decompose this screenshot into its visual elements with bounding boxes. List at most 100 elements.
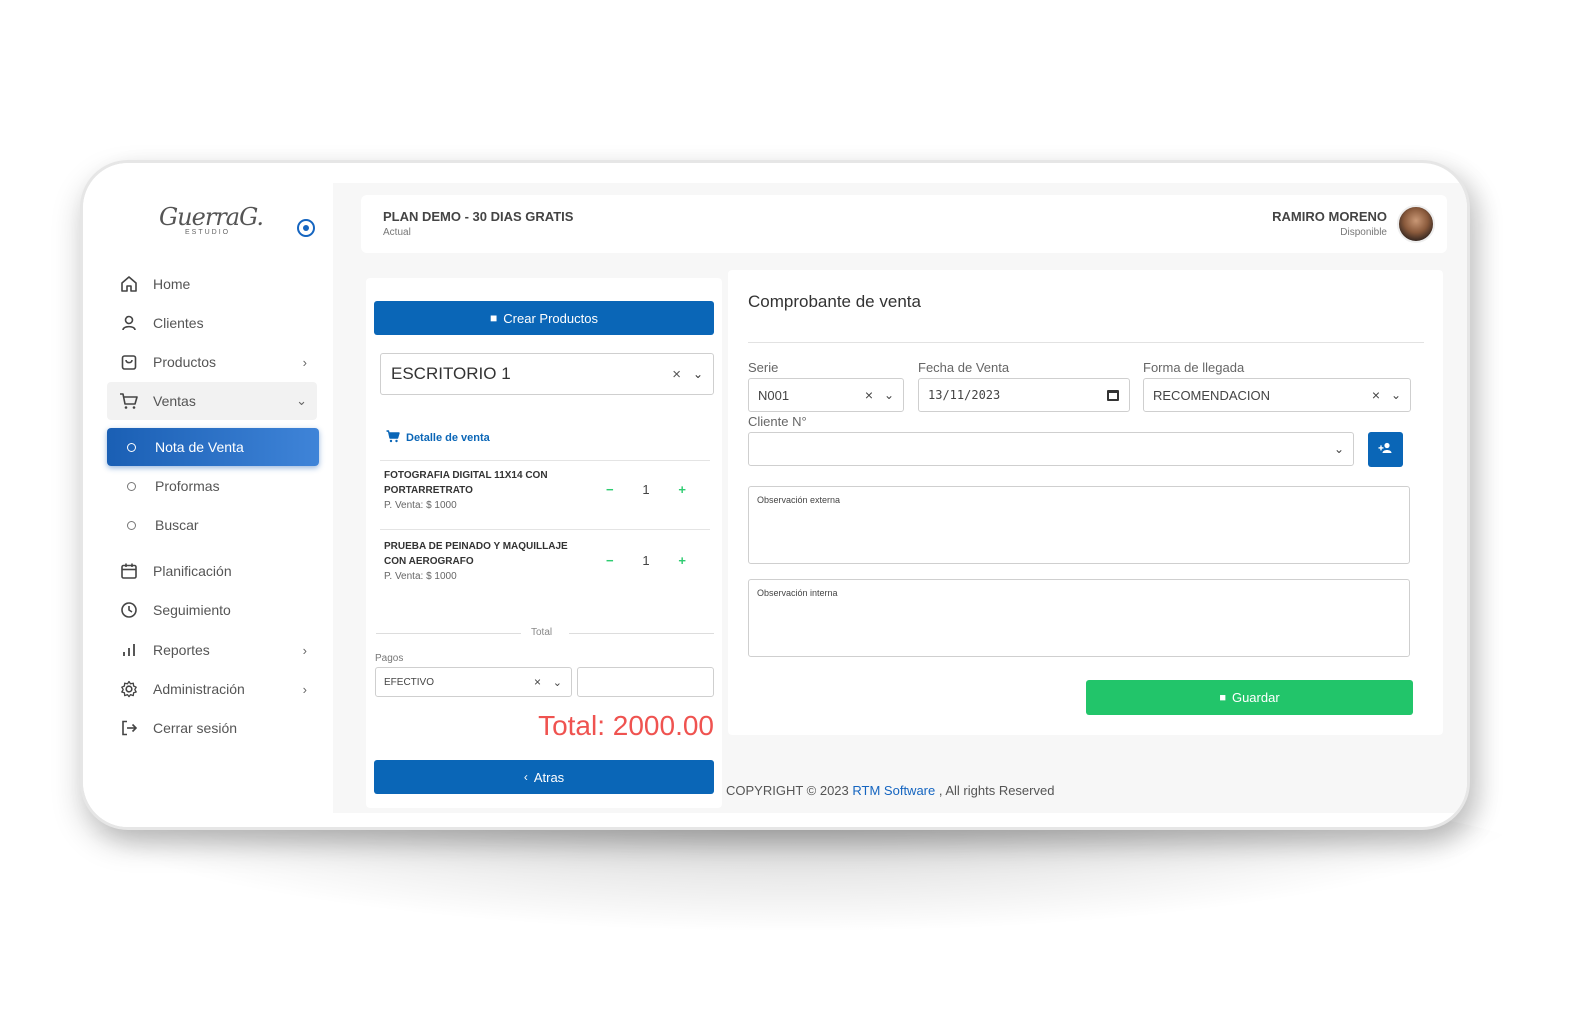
clear-icon[interactable]: × (534, 675, 541, 689)
sidebar-item-clientes[interactable]: Clientes (107, 304, 317, 342)
sidebar-item-label: Clientes (153, 315, 204, 331)
minus-icon[interactable]: − (606, 482, 614, 497)
app-window: GuerraG. ESTUDIO Home Clientes Productos… (80, 160, 1470, 830)
add-user-icon (1378, 442, 1394, 457)
chevron-right-icon: › (302, 642, 307, 658)
clear-icon[interactable]: × (865, 387, 873, 403)
internal-observation-textarea[interactable]: Observación interna (748, 579, 1410, 657)
payment-method-value: EFECTIVO (384, 676, 435, 688)
sidebar-item-label: Seguimiento (153, 602, 231, 618)
quantity-value: 1 (642, 553, 650, 568)
sidebar-subitem-label: Buscar (155, 517, 199, 533)
sidebar-item-label: Administración (153, 681, 245, 697)
chevron-left-icon: ‹ (523, 770, 528, 784)
sidebar-subitem-buscar[interactable]: Buscar (107, 506, 319, 544)
sidebar-item-seguimiento[interactable]: Seguimiento (107, 591, 317, 629)
detail-heading-label: Detalle de venta (406, 432, 490, 444)
fecha-label: Fecha de Venta (918, 360, 1010, 375)
sidebar-item-planificacion[interactable]: Planificación (107, 552, 317, 590)
product-price: P. Venta: $ 1000 (384, 571, 457, 582)
payments-label: Pagos (375, 653, 404, 664)
sidebar-item-label: Reportes (153, 642, 210, 658)
floppy-disk-icon: ■ (1219, 691, 1226, 704)
cart-icon (386, 430, 400, 446)
arrival-method-value: RECOMENDACION (1153, 387, 1271, 403)
divider (748, 342, 1424, 343)
create-products-button[interactable]: ■ Crear Productos (374, 301, 714, 335)
user-status: Disponible (1340, 227, 1387, 238)
sidebar-item-administracion[interactable]: Administración › (107, 670, 317, 708)
internal-observation-label: Observación interna (757, 588, 838, 598)
logo-subtitle: ESTUDIO (185, 229, 231, 236)
serie-value: N001 (758, 387, 790, 403)
circle-icon (127, 481, 136, 491)
list-item: FOTOGRAFIA DIGITAL 11X14 CON PORTARRETRA… (384, 468, 704, 513)
camera-icon: ■ (490, 311, 498, 325)
total-amount: Total: 2000.00 (538, 710, 714, 741)
sidebar-subitem-nota-de-venta[interactable]: Nota de Venta (107, 428, 319, 466)
chevron-down-icon[interactable]: ⌄ (693, 367, 703, 381)
client-select[interactable]: ⌄ (748, 432, 1354, 466)
user-name[interactable]: RAMIRO MORENO (1272, 209, 1387, 224)
quantity-stepper: − 1 + (606, 482, 686, 497)
payment-method-select[interactable]: EFECTIVO × ⌄ (375, 667, 572, 697)
sidebar-item-ventas[interactable]: Ventas ⌄ (107, 382, 317, 420)
sidebar-item-home[interactable]: Home (107, 265, 317, 303)
sidebar-item-reportes[interactable]: Reportes › (107, 631, 317, 669)
plus-icon[interactable]: + (678, 553, 686, 568)
chevron-down-icon[interactable]: ⌄ (553, 676, 562, 689)
plus-icon[interactable]: + (678, 482, 686, 497)
sidebar-toggle-icon[interactable] (297, 219, 315, 237)
bar-chart-icon (119, 640, 139, 660)
divider (380, 460, 710, 461)
payment-amount-input[interactable] (577, 667, 714, 697)
chevron-down-icon[interactable]: ⌄ (1391, 388, 1401, 402)
logo-text: GuerraG. (159, 203, 264, 231)
external-observation-textarea[interactable]: Observación externa (748, 486, 1410, 564)
clear-icon[interactable]: × (1372, 387, 1380, 403)
sale-detail-panel: ■ Crear Productos ESCRITORIO 1 × ⌄ Detal… (366, 278, 722, 808)
serie-label: Serie (748, 360, 779, 375)
panel-title: Comprobante de venta (748, 292, 921, 311)
sidebar-item-productos[interactable]: Productos › (107, 343, 317, 381)
cliente-label: Cliente N° (748, 414, 807, 429)
calendar-icon[interactable] (1107, 389, 1119, 401)
chevron-right-icon: › (302, 681, 307, 697)
minus-icon[interactable]: − (606, 553, 614, 568)
calendar-icon (119, 561, 139, 581)
product-name: FOTOGRAFIA DIGITAL 11X14 CON PORTARRETRA… (384, 470, 548, 496)
clear-icon[interactable]: × (672, 366, 681, 383)
footer-suffix: , All rights Reserved (935, 783, 1055, 798)
divider (376, 633, 521, 634)
avatar[interactable] (1397, 205, 1435, 243)
brand-logo[interactable]: GuerraG. ESTUDIO (159, 203, 264, 239)
serie-select[interactable]: N001 × ⌄ (748, 378, 904, 412)
sidebar-item-label: Cerrar sesión (153, 720, 238, 736)
product-name: PRUEBA DE PEINADO Y MAQUILLAJE CON AEROG… (384, 541, 568, 567)
back-button[interactable]: ‹ Atras (374, 760, 714, 794)
save-button[interactable]: ■ Guardar (1086, 680, 1413, 715)
date-input[interactable]: 13/11/2023 (918, 378, 1130, 412)
sidebar-subitem-label: Nota de Venta (155, 439, 244, 455)
user-icon (119, 313, 139, 333)
sidebar: GuerraG. ESTUDIO Home Clientes Productos… (83, 163, 333, 827)
date-value: 13/11/2023 (928, 388, 1001, 402)
list-item: PRUEBA DE PEINADO Y MAQUILLAJE CON AEROG… (384, 539, 704, 584)
external-observation-label: Observación externa (757, 495, 841, 505)
chevron-down-icon[interactable]: ⌄ (1334, 442, 1344, 456)
location-select[interactable]: ESCRITORIO 1 × ⌄ (380, 353, 714, 395)
create-products-label: Crear Productos (503, 310, 598, 326)
footer-link[interactable]: RTM Software (852, 783, 935, 798)
chevron-down-icon[interactable]: ⌄ (884, 388, 894, 402)
footer: COPYRIGHT © 2023 RTM Software , All righ… (726, 783, 1054, 798)
sidebar-item-label: Planificación (153, 563, 232, 579)
clock-icon (119, 600, 139, 620)
back-button-label: Atras (533, 769, 565, 785)
add-user-button[interactable] (1368, 432, 1403, 467)
arrival-method-select[interactable]: RECOMENDACION × ⌄ (1143, 378, 1411, 412)
home-icon (119, 274, 139, 294)
plan-subtitle: Actual (383, 227, 411, 238)
total-separator: Total (376, 627, 714, 639)
sidebar-subitem-proformas[interactable]: Proformas (107, 467, 319, 505)
sidebar-item-cerrar-sesion[interactable]: Cerrar sesión (107, 709, 317, 747)
